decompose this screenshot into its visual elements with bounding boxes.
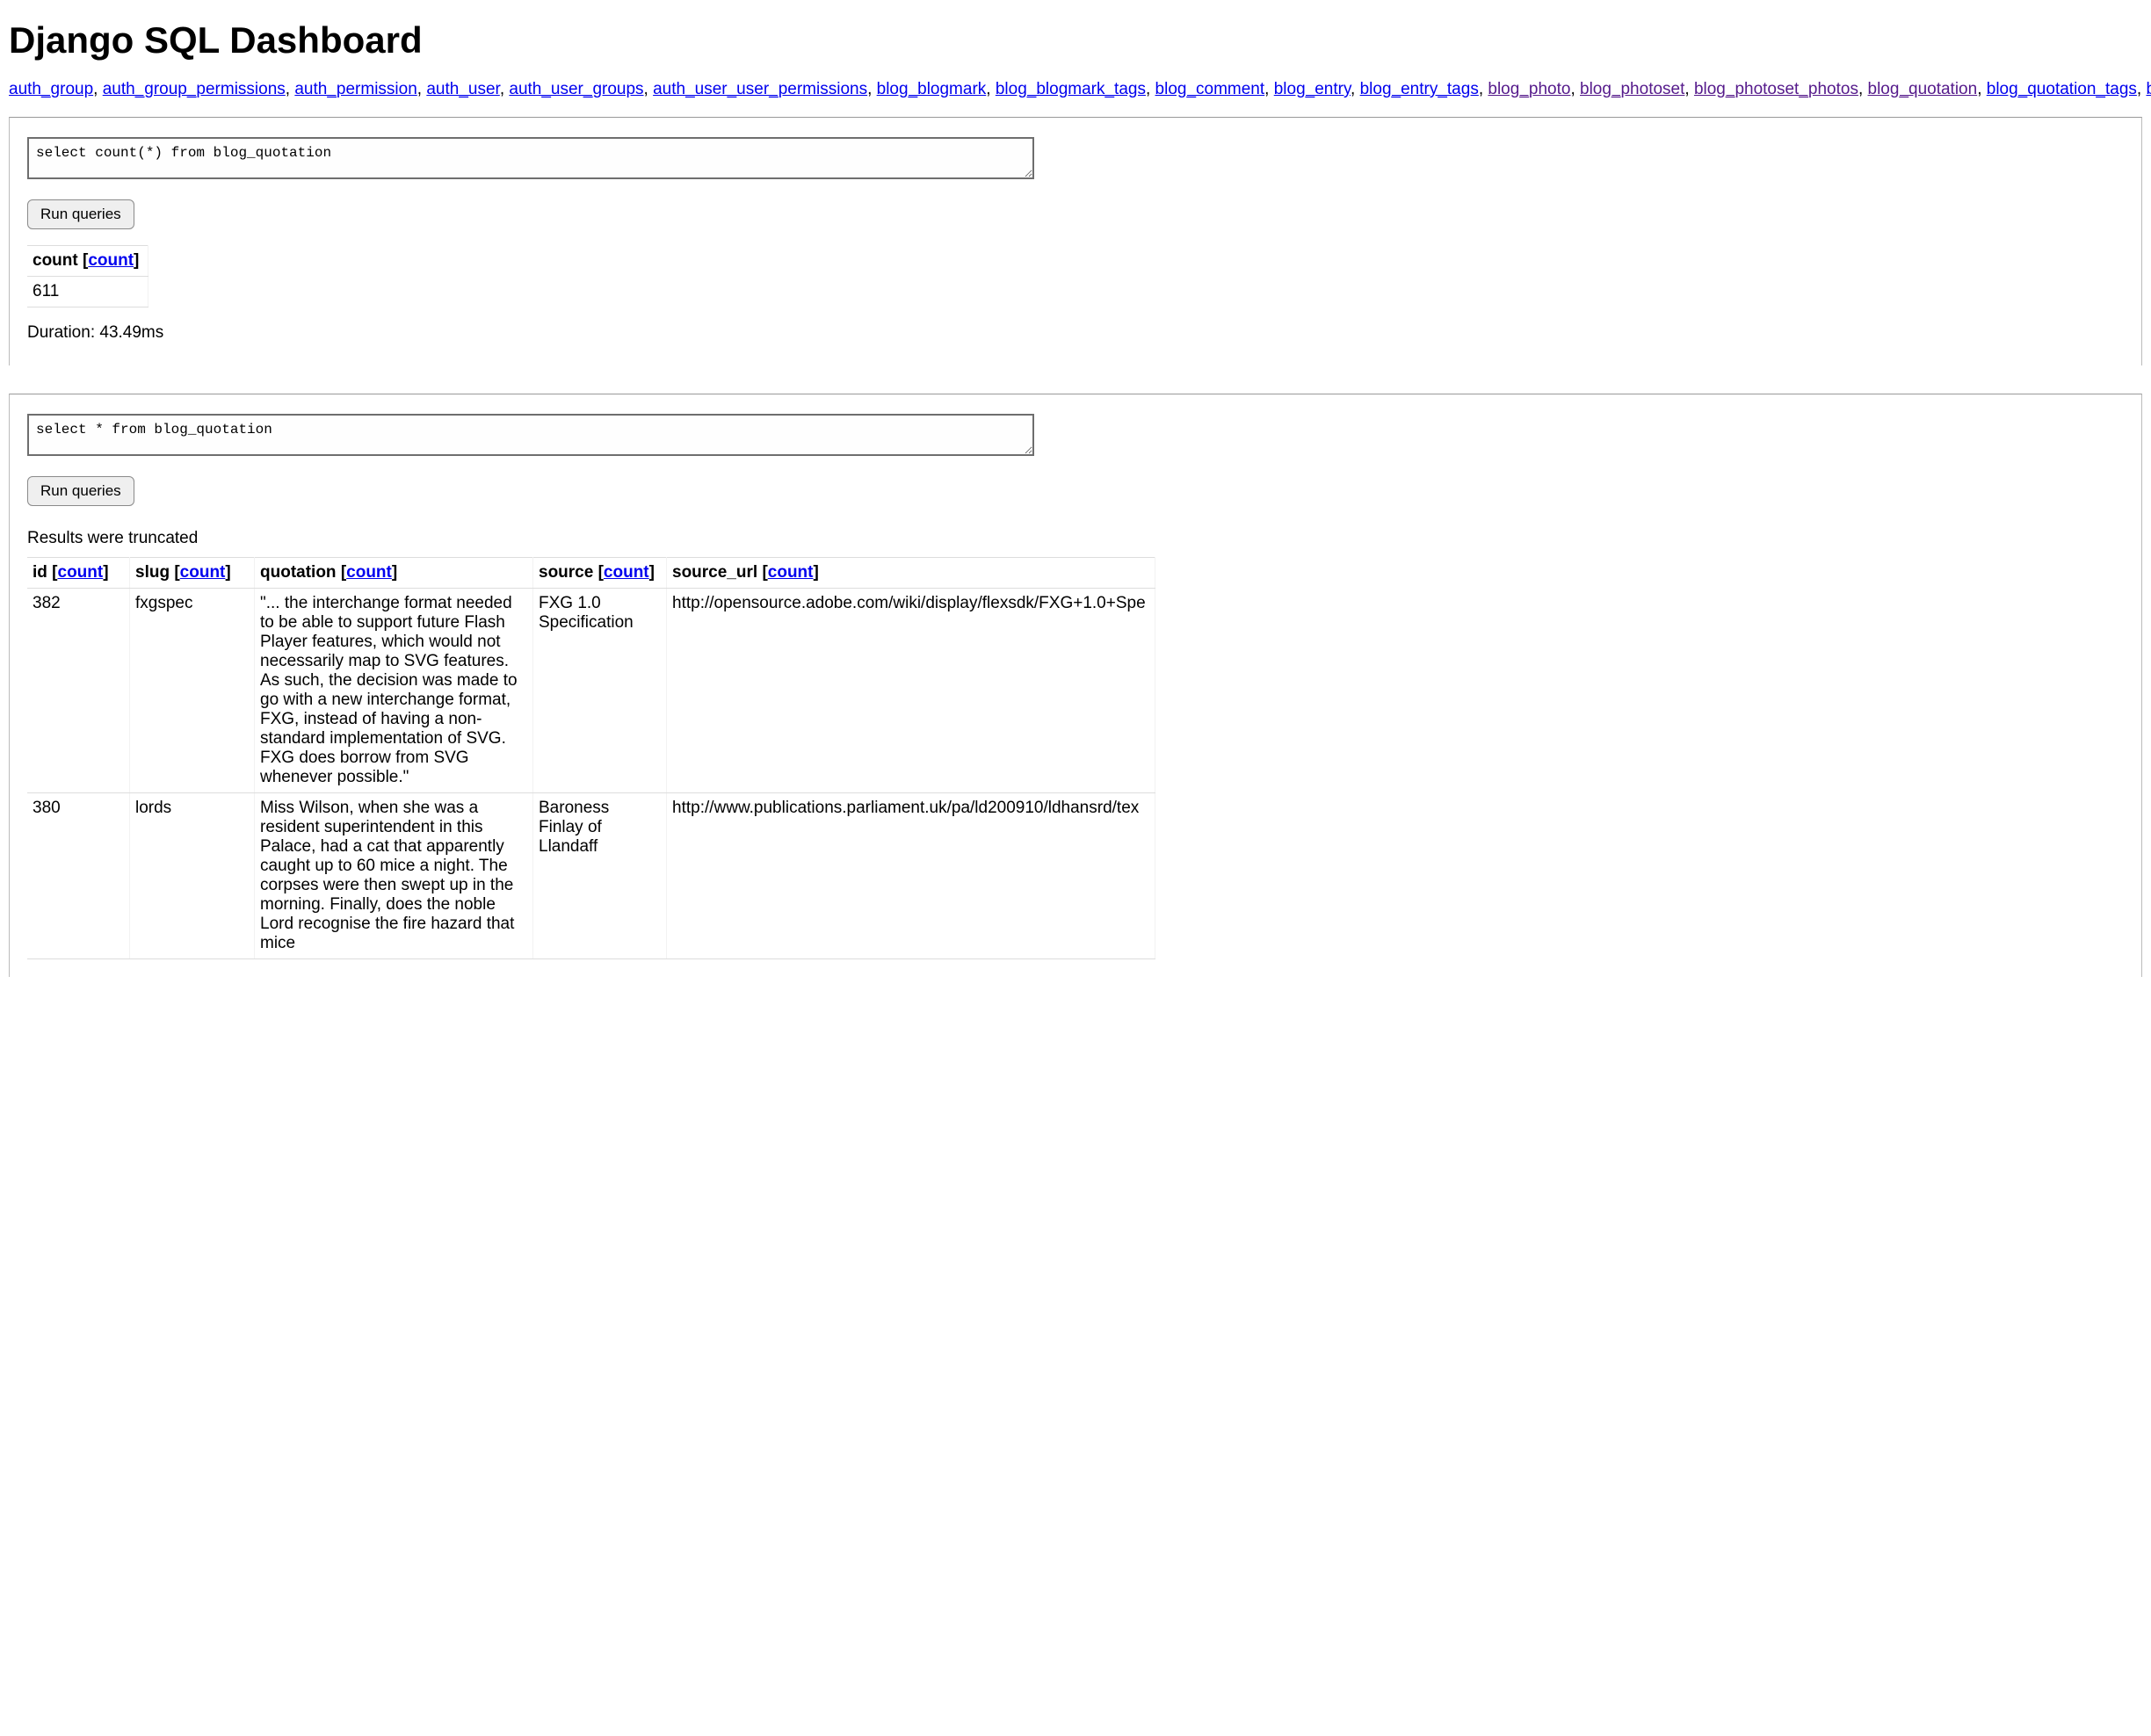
results-table: count [count] 611 xyxy=(27,245,148,307)
cell-source: FXG 1.0 Specification xyxy=(533,588,667,792)
cell-id: 382 xyxy=(27,588,130,792)
table-link-blog_photoset_photos[interactable]: blog_photoset_photos xyxy=(1694,80,1858,98)
cell-source: Baroness Finlay of Llandaff xyxy=(533,792,667,958)
cell-quotation: Miss Wilson, when she was a resident sup… xyxy=(255,792,533,958)
table-link-blog_blogmark_tags[interactable]: blog_blogmark_tags xyxy=(996,80,1146,98)
count-link[interactable]: count xyxy=(88,251,134,270)
table-link-blog_tag[interactable]: blog_tag xyxy=(2146,80,2151,98)
table-link-auth_group[interactable]: auth_group xyxy=(9,80,93,98)
count-link[interactable]: count xyxy=(180,563,226,582)
column-header-count: count [count] xyxy=(27,245,148,276)
run-queries-button[interactable]: Run queries xyxy=(27,476,134,506)
duration-text: Duration: 43.49ms xyxy=(27,323,2124,343)
table-link-blog_entry_tags[interactable]: blog_entry_tags xyxy=(1360,80,1479,98)
cell-id: 380 xyxy=(27,792,130,958)
cell-slug: lords xyxy=(130,792,255,958)
table-row: 380 lords Miss Wilson, when she was a re… xyxy=(27,792,1155,958)
table-link-blog_quotation_tags[interactable]: blog_quotation_tags xyxy=(1987,80,2137,98)
cell-source-url: http://www.publications.parliament.uk/pa… xyxy=(667,792,1155,958)
query-block: Run queries count [count] 611 Duration: … xyxy=(9,117,2142,365)
count-link[interactable]: count xyxy=(346,563,392,582)
truncated-text: Results were truncated xyxy=(27,529,2124,548)
count-link[interactable]: count xyxy=(604,563,649,582)
results-table: id [count] slug [count] quotation [count… xyxy=(27,557,1155,959)
table-link-auth_user[interactable]: auth_user xyxy=(426,80,499,98)
page-title: Django SQL Dashboard xyxy=(9,19,2142,61)
table-links-list: auth_group, auth_group_permissions, auth… xyxy=(9,78,2142,101)
table-link-blog_quotation[interactable]: blog_quotation xyxy=(1868,80,1978,98)
table-link-blog_entry[interactable]: blog_entry xyxy=(1274,80,1351,98)
column-header-slug: slug [count] xyxy=(130,557,255,588)
table-row: 611 xyxy=(27,276,148,307)
table-link-auth_user_groups[interactable]: auth_user_groups xyxy=(509,80,643,98)
count-link[interactable]: count xyxy=(768,563,814,582)
sql-textarea[interactable] xyxy=(27,414,1034,456)
cell-slug: fxgspec xyxy=(130,588,255,792)
cell-quotation: "... the interchange format needed to be… xyxy=(255,588,533,792)
query-block: Run queries Results were truncated id [c… xyxy=(9,394,2142,977)
table-link-auth_permission[interactable]: auth_permission xyxy=(294,80,416,98)
table-row: 382 fxgspec "... the interchange format … xyxy=(27,588,1155,792)
column-header-source-url: source_url [count] xyxy=(667,557,1155,588)
table-link-auth_group_permissions[interactable]: auth_group_permissions xyxy=(103,80,286,98)
run-queries-button[interactable]: Run queries xyxy=(27,199,134,229)
column-header-id: id [count] xyxy=(27,557,130,588)
table-link-blog_photo[interactable]: blog_photo xyxy=(1488,80,1570,98)
column-header-quotation: quotation [count] xyxy=(255,557,533,588)
cell-source-url: http://opensource.adobe.com/wiki/display… xyxy=(667,588,1155,792)
cell-count: 611 xyxy=(27,276,148,307)
column-header-source: source [count] xyxy=(533,557,667,588)
table-link-auth_user_user_permissions[interactable]: auth_user_user_permissions xyxy=(653,80,867,98)
count-link[interactable]: count xyxy=(58,563,104,582)
sql-textarea[interactable] xyxy=(27,137,1034,179)
table-link-blog_photoset[interactable]: blog_photoset xyxy=(1580,80,1684,98)
table-link-blog_comment[interactable]: blog_comment xyxy=(1155,80,1265,98)
table-link-blog_blogmark[interactable]: blog_blogmark xyxy=(877,80,987,98)
